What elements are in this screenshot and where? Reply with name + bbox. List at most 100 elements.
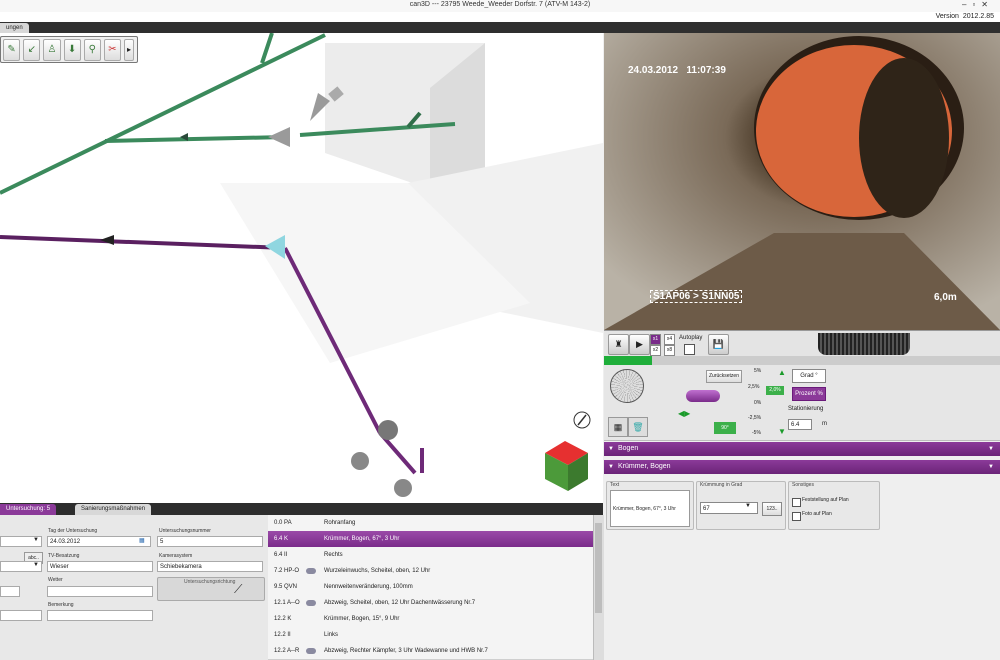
stationing-input[interactable]: 6.4	[788, 419, 812, 430]
row-description: Krümmer, Bogen, 15°, 9 Uhr	[324, 616, 400, 622]
speed-x2[interactable]: x2	[650, 345, 661, 356]
up-arrow-icon[interactable]: ▲	[778, 368, 786, 377]
table-row[interactable]: 12.2 A--R Abzweig, Rechter Kämpfer, 3 Uhr…	[268, 643, 593, 660]
left-input-3[interactable]	[0, 610, 42, 621]
unit-percent-button[interactable]: Prozent %	[792, 387, 826, 401]
node-disc-2[interactable]	[351, 452, 369, 470]
scale-2-5: 2,5%	[748, 384, 760, 390]
table-row[interactable]: 12.1 A--O Abzweig, Scheitel, oben, 12 Uhr…	[268, 595, 593, 612]
autoplay-label: Autoplay	[679, 335, 703, 341]
table-row[interactable]: 12.2 K Krümmer, Bogen, 15°, 9 Uhr	[268, 611, 593, 628]
main-tab[interactable]: ungen	[0, 23, 29, 33]
video-timestamp: 24.03.2012 11:07:39	[628, 65, 726, 76]
section-kruemmer[interactable]: ▼ Krümmer, Bogen ▼	[604, 460, 1000, 474]
table-row[interactable]: 7.2 HP-O Wurzeleinwuchs, Scheitel, oben, …	[268, 563, 593, 580]
video-section-label: S1AP06 > S1NN05	[650, 290, 743, 303]
inspection-video[interactable]: 24.03.2012 11:07:39 S1AP06 > S1NN05 6,0m	[604, 33, 1000, 330]
camera-icon	[306, 600, 316, 606]
text-field[interactable]: Krümmer, Bogen, 67°, 3 Uhr	[610, 490, 690, 527]
row-description: Links	[324, 632, 339, 638]
reset-button[interactable]: Zurücksetzen	[706, 370, 742, 383]
tool-5-icon[interactable]: ⚲	[83, 38, 101, 61]
remark-input[interactable]	[47, 610, 153, 621]
scale-minus-5: -5%	[752, 430, 761, 436]
table-row[interactable]: 6.4 K Krümmer, Bogen, 67°, 3 Uhr	[268, 531, 593, 548]
node-disc-3[interactable]	[394, 479, 412, 497]
tv-input[interactable]: Wieser	[47, 561, 153, 572]
chevron-down-icon[interactable]: ▼	[33, 537, 39, 543]
weather-input[interactable]	[47, 586, 153, 597]
table-row[interactable]: 6.4 II Rechts	[268, 547, 593, 564]
pipe-purple-1[interactable]	[0, 235, 286, 250]
row-description: Abzweig, Rechter Kämpfer, 3 Uhr Wadewann…	[324, 648, 488, 654]
table-row[interactable]: 12.2 II Links	[268, 627, 593, 644]
number-label: Untersuchungsnummer	[159, 528, 211, 534]
section-bogen[interactable]: ▼ Bogen ▼	[604, 442, 1000, 456]
tv-label: TV-Besatzung	[48, 553, 80, 559]
inclination-panel: ▦ 🗑 Zurücksetzen ◀▶ 90° 5% 2,5% 0% -2,5%…	[604, 365, 1000, 441]
tool-2-icon[interactable]: ↙	[23, 38, 41, 61]
table-row[interactable]: 9.5 QVN Nennweitenveränderung, 100mm	[268, 579, 593, 596]
save-icon[interactable]: 💾	[708, 334, 729, 355]
pipe-green-4[interactable]	[260, 33, 274, 64]
curvature-keypad-button[interactable]: 123..	[762, 502, 782, 516]
tab-untersuchung[interactable]: Untersuchung: 5	[0, 504, 57, 515]
date-label: Tag der Untersuchung	[48, 528, 98, 534]
camera-direction-icon: ⟋	[234, 582, 243, 596]
weather-label: Wetter	[48, 577, 63, 583]
tool-3-icon[interactable]: ♙	[43, 38, 61, 61]
checkbox-foto[interactable]	[792, 512, 801, 521]
row-code: 0.0 PA	[274, 520, 292, 526]
version-text: Version 2012.2.85	[935, 13, 994, 20]
camera-icon	[306, 648, 316, 654]
speed-x8[interactable]: x8	[664, 345, 675, 356]
3d-scene[interactable]	[0, 33, 603, 503]
camera-icon[interactable]: ♜	[608, 334, 629, 355]
3d-pipe-view[interactable]: ✎ ↙ ♙ ⬇ ⚲ ✂ ▸	[0, 33, 603, 503]
down-arrow-icon[interactable]: ▼	[778, 427, 786, 436]
chevron-down-icon[interactable]: ▼	[745, 503, 751, 509]
list-scrollbar[interactable]	[593, 515, 604, 660]
tab-sanierung[interactable]: Sanierungsmaßnahmen	[75, 504, 152, 515]
speed-x4[interactable]: x4	[664, 334, 675, 345]
row-description: Nennweitenveränderung, 100mm	[324, 584, 413, 590]
window-title: can3D --- 23795 Weede_Weeder Dorfstr. 7 …	[409, 1, 591, 8]
left-stepper[interactable]	[0, 586, 20, 597]
date-input[interactable]: 24.03.2012	[47, 536, 151, 547]
autoplay-checkbox[interactable]	[684, 344, 695, 355]
tool-4-icon[interactable]: ⬇	[63, 38, 81, 61]
checkbox-feststellung-label: Feststellung auf Plan	[802, 497, 849, 503]
number-input[interactable]: 5	[157, 536, 263, 547]
stationing-unit: m	[822, 421, 827, 427]
pipe-green-2[interactable]	[104, 135, 286, 143]
video-progress[interactable]	[604, 356, 1000, 365]
tool-1-icon[interactable]: ✎	[3, 38, 21, 61]
toolbar-more-icon[interactable]: ▸	[124, 38, 135, 61]
view-icon[interactable]: ▦	[608, 417, 628, 437]
node-disc[interactable]	[378, 420, 398, 440]
tool-6-icon[interactable]: ✂	[103, 38, 122, 61]
checkbox-feststellung[interactable]	[792, 498, 801, 507]
trash-icon[interactable]: 🗑	[628, 417, 648, 437]
node-cone[interactable]	[268, 127, 290, 147]
stationing-label: Stationierung	[788, 406, 824, 412]
direction-button[interactable]: Untersuchungsrichtung ⟋	[157, 577, 265, 601]
unit-grad-button[interactable]: Grad °	[792, 369, 826, 383]
chevron-down-icon[interactable]: ▼	[33, 562, 39, 568]
pipe-slope-icon	[686, 390, 720, 402]
row-code: 12.2 K	[274, 616, 292, 622]
table-row[interactable]: 0.0 PA Rohranfang	[268, 515, 593, 532]
camera-icon	[306, 568, 316, 574]
play-icon[interactable]: ▶	[629, 334, 650, 355]
speed-x1[interactable]: x1	[650, 334, 661, 345]
window-controls[interactable]: –▫✕	[962, 0, 994, 9]
clock-position-dial[interactable]	[610, 369, 644, 403]
main-tab-strip: ungen	[0, 22, 1000, 33]
scale-minus-2-5: -2,5%	[748, 415, 762, 421]
row-code: 6.4 K	[274, 536, 289, 542]
remark-label: Bemerkung	[48, 602, 74, 608]
calendar-icon[interactable]: ▦	[139, 537, 145, 544]
scale-5: 5%	[754, 368, 762, 374]
row-description: Rohranfang	[324, 520, 356, 526]
camera-input[interactable]: Schiebekamera	[157, 561, 263, 572]
